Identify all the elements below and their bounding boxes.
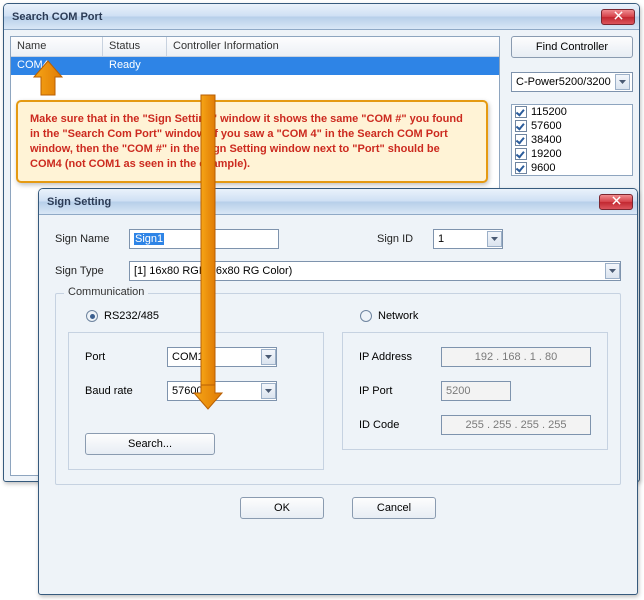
checkbox-icon[interactable] <box>515 120 527 132</box>
radio-icon <box>360 310 372 322</box>
sign-setting-window: Sign Setting Sign Name Sign1 Sign ID 1 S… <box>38 188 638 595</box>
checkbox-icon[interactable] <box>515 106 527 118</box>
sign-name-input[interactable]: Sign1 <box>129 229 279 249</box>
ip-address-input[interactable]: 192 . 168 . 1 . 80 <box>441 347 591 367</box>
chevron-down-icon <box>261 383 276 399</box>
close-icon <box>612 196 621 208</box>
list-item[interactable]: 9600 <box>512 161 632 175</box>
col-info[interactable]: Controller Information <box>167 37 499 56</box>
chevron-down-icon <box>487 231 502 247</box>
checkbox-icon[interactable] <box>515 148 527 160</box>
annotation-callout: Make sure that in the "Sign Setting" win… <box>16 100 488 183</box>
network-radio[interactable]: Network <box>360 310 608 322</box>
radio-icon <box>86 310 98 322</box>
close-button[interactable] <box>599 194 633 210</box>
titlebar[interactable]: Search COM Port <box>4 4 639 30</box>
table-header: Name Status Controller Information <box>11 37 499 57</box>
list-item[interactable]: 57600 <box>512 119 632 133</box>
chevron-down-icon <box>261 349 276 365</box>
list-item[interactable]: 38400 <box>512 133 632 147</box>
col-status[interactable]: Status <box>103 37 167 56</box>
cell-info <box>167 57 499 75</box>
controller-type-combo[interactable]: C-Power5200/3200 <box>511 72 633 92</box>
sign-type-label: Sign Type <box>55 265 121 277</box>
find-controller-button[interactable]: Find Controller <box>511 36 633 58</box>
communication-group: Communication RS232/485 Port COM1 Baud r… <box>55 293 621 485</box>
sign-id-label: Sign ID <box>377 233 425 245</box>
col-name[interactable]: Name <box>11 37 103 56</box>
baud-label: Baud rate <box>85 385 155 397</box>
sign-type-select[interactable]: [1] 16x80 RGB(16x80 RG Color) <box>129 261 621 281</box>
checkbox-icon[interactable] <box>515 134 527 146</box>
cancel-button[interactable]: Cancel <box>352 497 436 519</box>
network-panel: IP Address 192 . 168 . 1 . 80 IP Port 52… <box>342 332 608 450</box>
chevron-down-icon <box>605 263 620 279</box>
cell-status: Ready <box>103 57 167 75</box>
search-button[interactable]: Search... <box>85 433 215 455</box>
group-legend: Communication <box>64 286 148 298</box>
combo-value: C-Power5200/3200 <box>516 76 615 88</box>
port-label: Port <box>85 351 155 363</box>
chevron-down-icon <box>615 74 630 90</box>
close-button[interactable] <box>601 9 635 25</box>
ok-button[interactable]: OK <box>240 497 324 519</box>
list-item[interactable]: 19200 <box>512 147 632 161</box>
window-title: Sign Setting <box>47 196 599 208</box>
baud-select[interactable]: 57600 <box>167 381 277 401</box>
cell-name: COM4 <box>11 57 103 75</box>
titlebar[interactable]: Sign Setting <box>39 189 637 215</box>
id-code-label: ID Code <box>359 419 429 431</box>
table-row[interactable]: COM4 Ready <box>11 57 499 75</box>
ip-address-label: IP Address <box>359 351 429 363</box>
rs232-radio[interactable]: RS232/485 <box>86 310 324 322</box>
serial-panel: Port COM1 Baud rate 57600 Search... <box>68 332 324 470</box>
sign-id-select[interactable]: 1 <box>433 229 503 249</box>
window-title: Search COM Port <box>12 11 601 23</box>
checkbox-icon[interactable] <box>515 162 527 174</box>
baud-rate-list[interactable]: 115200 57600 38400 19200 9600 <box>511 104 633 176</box>
list-item[interactable]: 115200 <box>512 105 632 119</box>
close-icon <box>614 11 623 23</box>
port-select[interactable]: COM1 <box>167 347 277 367</box>
id-code-input[interactable]: 255 . 255 . 255 . 255 <box>441 415 591 435</box>
sign-name-label: Sign Name <box>55 233 121 245</box>
ip-port-label: IP Port <box>359 385 429 397</box>
ip-port-input[interactable]: 5200 <box>441 381 511 401</box>
